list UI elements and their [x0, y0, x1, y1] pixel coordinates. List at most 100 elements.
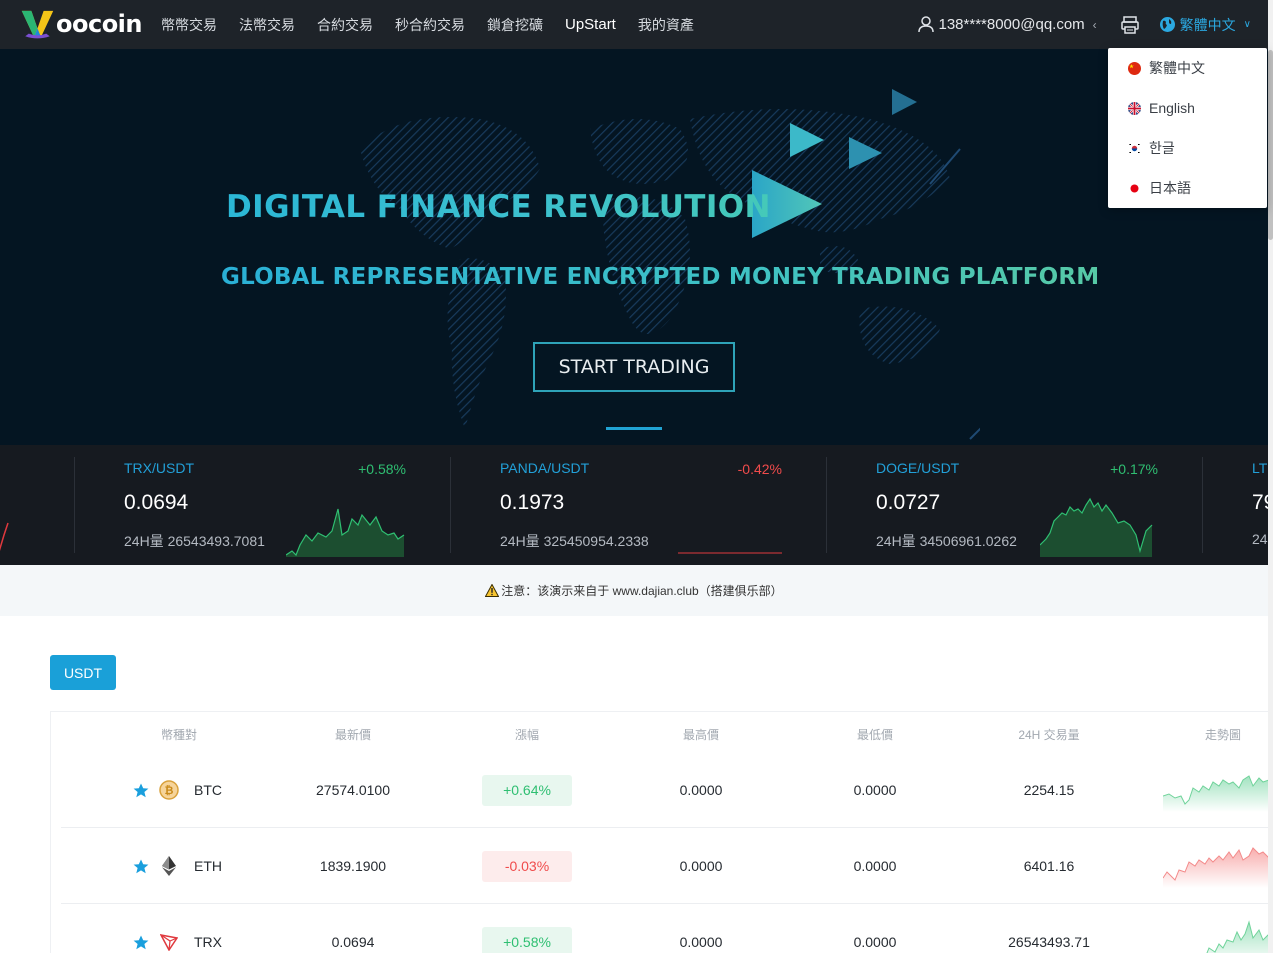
warning-icon — [485, 584, 500, 597]
notice-text: 注意：该演示来自于 www.dajian.club（搭建俱乐部） — [501, 584, 783, 598]
scrollbar-thumb[interactable] — [1268, 50, 1273, 240]
ticker-pair: DOGE/USDT — [876, 460, 960, 476]
top-navbar: oocoin 幣幣交易 法幣交易 合約交易 秒合約交易 鎖倉挖礦 UpStart… — [0, 0, 1273, 49]
favorite-star-icon[interactable] — [133, 935, 149, 950]
ticker-change: -0.42% — [737, 461, 782, 477]
ticker-volume: 24H量 34506961.0262 — [876, 533, 1017, 549]
lang-option-zh-tw[interactable]: 繁體中文 — [1108, 48, 1267, 88]
nav-my-assets[interactable]: 我的資產 — [638, 15, 694, 35]
sparkline-chart — [286, 508, 405, 557]
lang-label: English — [1149, 100, 1195, 116]
globe-icon — [1159, 17, 1175, 32]
nav-upstart[interactable]: UpStart — [565, 16, 616, 33]
change-cell: +0.58% — [482, 904, 572, 953]
nav-spot-trading[interactable]: 幣幣交易 — [161, 15, 217, 35]
ticker-strip: % TRX/USDT +0.58% 0.0694 24H量 26543493.7… — [0, 445, 1268, 565]
brand-logo[interactable]: oocoin — [20, 6, 143, 42]
korea-flag-icon — [1128, 141, 1141, 155]
page-scrollbar[interactable] — [1268, 0, 1273, 953]
change-cell: +0.64% — [482, 752, 572, 828]
ticker-card-doge[interactable]: DOGE/USDT +0.17% 0.0727 24H量 34506961.02… — [826, 445, 1202, 565]
small-triangle-icon — [892, 89, 917, 115]
volume-24h: 26543493.71 — [1008, 934, 1090, 950]
table-header: 幣種對 最新價 漲幅 最高價 最低價 24H 交易量 走勢圖 — [51, 712, 1269, 754]
ticker-card-partial-right[interactable]: LT 79 24 — [1202, 445, 1268, 565]
favorite-star-icon[interactable] — [133, 859, 149, 874]
column-header[interactable]: 最低價 — [857, 726, 893, 743]
nav-lock-mining[interactable]: 鎖倉挖礦 — [487, 15, 543, 35]
volume-24h: 6401.16 — [1023, 858, 1075, 874]
ticker-card-panda[interactable]: PANDA/USDT -0.42% 0.1973 24H量 325450954.… — [450, 445, 826, 565]
lang-option-ja[interactable]: 日本語 — [1108, 168, 1267, 208]
last-price: 0.0694 — [331, 934, 375, 950]
start-trading-button[interactable]: START TRADING — [533, 342, 735, 392]
table-row[interactable]: TRX 0.0694 +0.58% 0.0000 0.0000 26543493… — [61, 904, 1269, 953]
chevron-left-icon: ‹ — [1092, 17, 1097, 32]
ticker-pair: TRX/USDT — [124, 460, 194, 476]
logo-v-icon — [21, 10, 54, 39]
lang-label: 한글 — [1149, 140, 1175, 156]
change-cell: -0.03% — [482, 828, 572, 904]
ticker-price: 0.0694 — [124, 491, 189, 514]
nav-fiat-trading[interactable]: 法幣交易 — [239, 15, 295, 35]
trend-sparkline — [1206, 920, 1269, 953]
bitcoin-icon: ₿ — [159, 780, 179, 800]
tab-usdt[interactable]: USDT — [50, 655, 116, 690]
last-price: 1839.1900 — [319, 858, 387, 874]
user-icon — [917, 16, 934, 33]
market-table: 幣種對 最新價 漲幅 最高價 最低價 24H 交易量 走勢圖 ₿ BTC 275… — [50, 711, 1269, 953]
last-price: 27574.0100 — [316, 782, 390, 798]
ticker-pair: PANDA/USDT — [500, 460, 590, 476]
small-triangle-icon — [790, 123, 824, 157]
ticker-card-trx[interactable]: TRX/USDT +0.58% 0.0694 24H量 26543493.708… — [74, 445, 450, 565]
lang-label: 日本語 — [1149, 180, 1191, 196]
low-price: 0.0000 — [853, 934, 897, 950]
lang-label: 繁體中文 — [1149, 60, 1205, 76]
japan-flag-icon — [1128, 181, 1141, 195]
column-header[interactable]: 漲幅 — [515, 726, 539, 743]
column-header[interactable]: 最高價 — [683, 726, 719, 743]
high-price: 0.0000 — [679, 782, 723, 798]
ticker-separator — [450, 457, 451, 553]
column-header: 走勢圖 — [1204, 728, 1242, 742]
main-nav: 幣幣交易 法幣交易 合約交易 秒合約交易 鎖倉挖礦 UpStart 我的資產 — [161, 0, 716, 49]
china-flag-icon — [1128, 61, 1141, 75]
low-price: 0.0000 — [853, 782, 897, 798]
language-selector[interactable]: 繁體中文 ∨ — [1159, 15, 1251, 35]
table-row[interactable]: ETH 1839.1900 -0.03% 0.0000 0.0000 6401.… — [61, 828, 1269, 904]
carousel-indicator[interactable] — [606, 427, 662, 430]
language-dropdown: 繁體中文 English 한글 日本語 — [1108, 48, 1267, 208]
ticker-price: 0.0727 — [876, 491, 941, 514]
pair-cell: TRX — [133, 904, 222, 953]
hero-banner: DIGITAL FINANCE REVOLUTION GLOBAL REPRES… — [0, 49, 1268, 445]
nav-second-contract[interactable]: 秒合約交易 — [395, 15, 465, 35]
column-header[interactable]: 24H 交易量 — [1018, 726, 1079, 743]
uk-flag-icon — [1128, 101, 1141, 115]
volume-24h: 2254.15 — [1023, 782, 1075, 798]
high-price: 0.0000 — [679, 934, 723, 950]
lang-option-en[interactable]: English — [1108, 88, 1267, 128]
change-badge: -0.03% — [482, 850, 572, 882]
ticker-price: 0.1973 — [500, 491, 565, 514]
column-header[interactable]: 幣種對 — [161, 726, 197, 743]
app-download-icon[interactable] — [1120, 15, 1139, 34]
ticker-change: +0.58% — [358, 461, 406, 477]
user-email: 138****8000@qq.com — [938, 16, 1085, 33]
column-header[interactable]: 最新價 — [335, 726, 371, 743]
user-account[interactable]: 138****8000@qq.com ‹ — [917, 16, 1121, 33]
ticker-price: 79 — [1252, 491, 1268, 514]
lang-option-ko[interactable]: 한글 — [1108, 128, 1267, 168]
sparkline-chart — [678, 552, 782, 554]
ethereum-icon — [159, 856, 179, 876]
pair-cell: ETH — [133, 828, 222, 904]
ticker-volume: 24 — [1252, 531, 1268, 547]
nav-contract-trading[interactable]: 合約交易 — [317, 15, 373, 35]
change-badge: +0.58% — [482, 926, 572, 953]
svg-text:₿: ₿ — [165, 784, 174, 797]
ticker-card-partial-left[interactable]: % — [0, 445, 74, 565]
table-row[interactable]: ₿ BTC 27574.0100 +0.64% 0.0000 0.0000 22… — [61, 752, 1269, 828]
high-price: 0.0000 — [679, 858, 723, 874]
ticker-separator — [74, 457, 75, 553]
chevron-down-icon: ∨ — [1243, 19, 1251, 30]
favorite-star-icon[interactable] — [133, 783, 149, 798]
